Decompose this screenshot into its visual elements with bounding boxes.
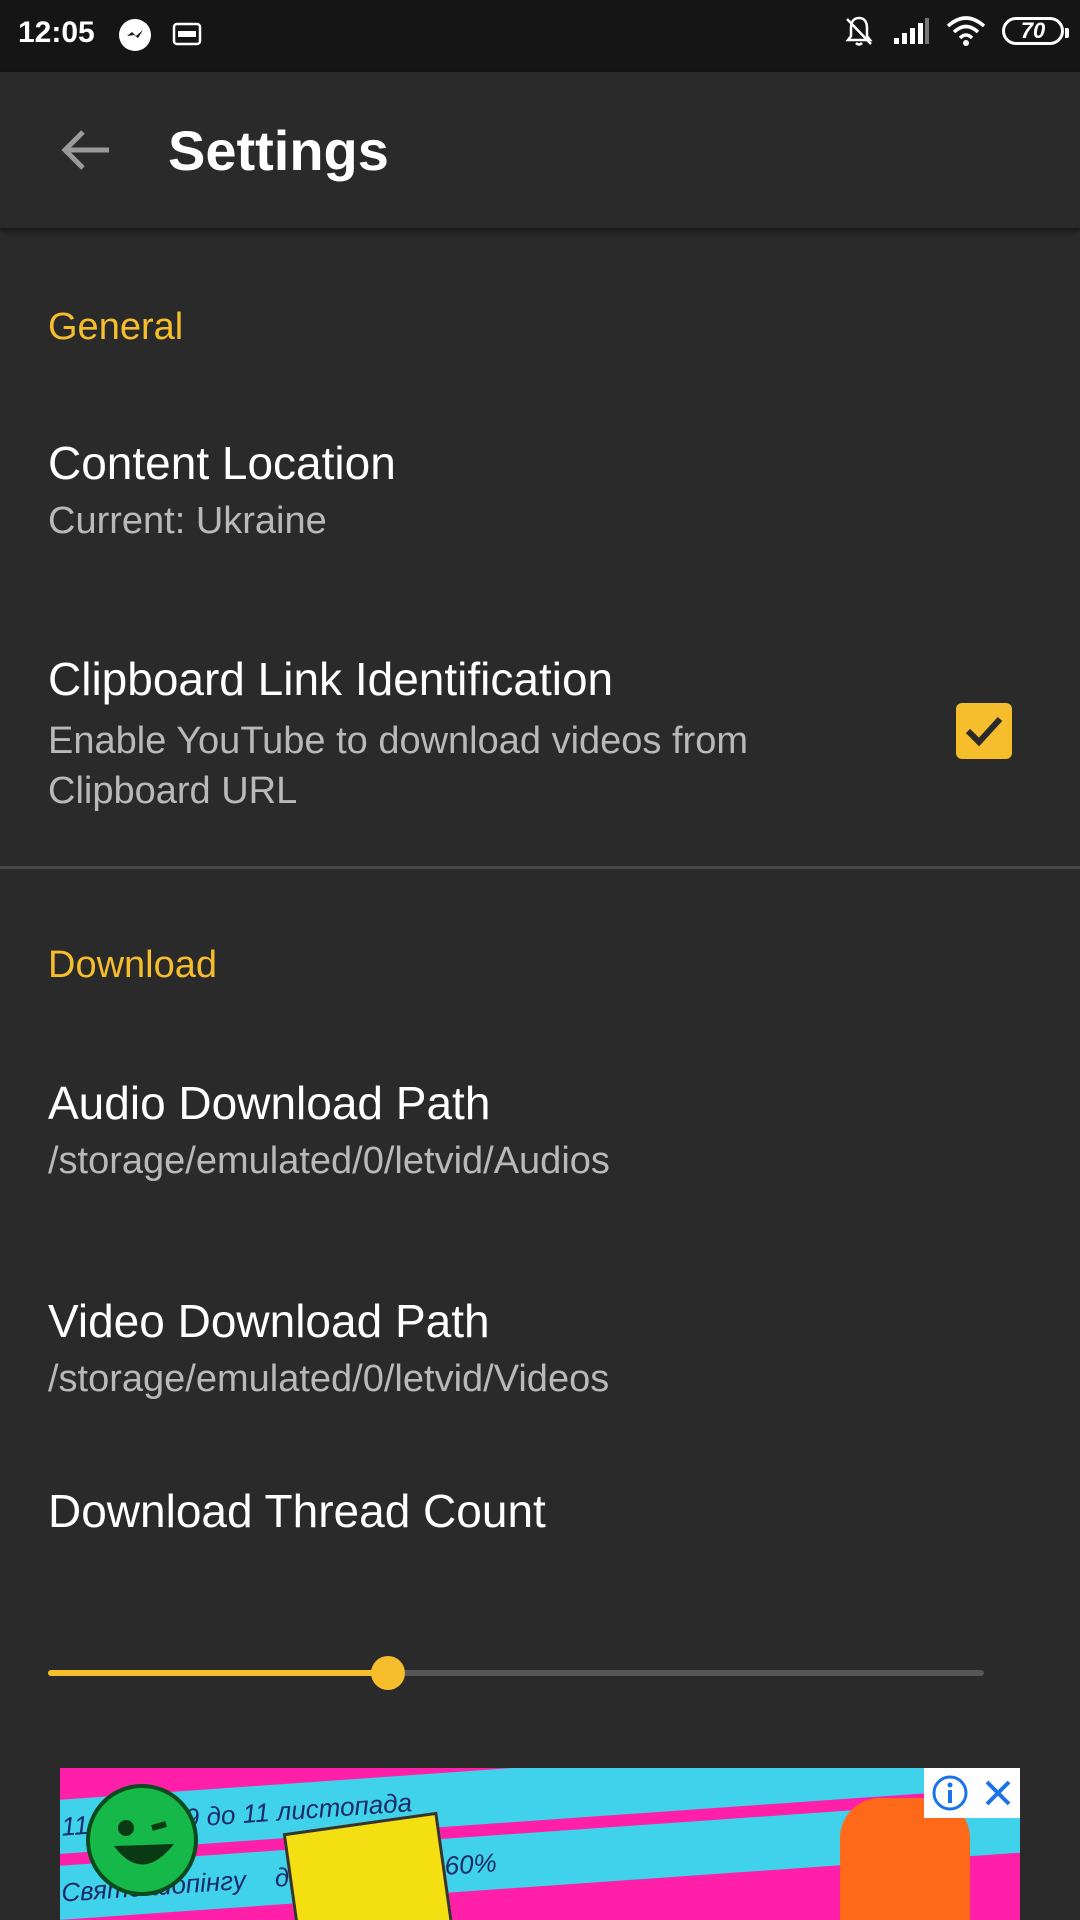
bell-off-icon (845, 16, 873, 46)
ad-controls (924, 1768, 1020, 1818)
clipboard-summary-line2: Clipboard URL (48, 770, 298, 812)
section-header-general: General (48, 306, 184, 348)
video-path-pref[interactable]: Video Download Path /storage/emulated/0/… (0, 1278, 1080, 1428)
audio-path-title: Audio Download Path (48, 1077, 491, 1129)
content-location-summary: Current: Ukraine (48, 500, 327, 542)
video-path-summary: /storage/emulated/0/letvid/Videos (48, 1358, 610, 1400)
content-location-title: Content Location (48, 437, 396, 489)
battery-level: 70 (1020, 18, 1046, 43)
thread-count-title: Download Thread Count (48, 1485, 546, 1537)
arrow-left-icon (61, 130, 109, 170)
ad-smiley-logo (86, 1784, 198, 1896)
slider-fill (48, 1670, 388, 1676)
thread-count-pref: Download Thread Count (0, 1470, 1080, 1550)
check-icon (965, 716, 1003, 747)
audio-path-summary: /storage/emulated/0/letvid/Audios (48, 1140, 610, 1182)
ftp-icon (172, 22, 202, 46)
status-bar: 12:05 70 (0, 0, 1080, 72)
video-path-title: Video Download Path (48, 1295, 490, 1347)
signal-icon (894, 18, 929, 44)
content-location-pref[interactable]: Content Location Current: Ukraine (0, 420, 1080, 570)
page-title: Settings (168, 119, 389, 182)
info-icon[interactable] (931, 1774, 969, 1812)
section-divider (0, 866, 1080, 869)
clipboard-link-title: Clipboard Link Identification (48, 653, 614, 705)
slider-thumb[interactable] (371, 1656, 405, 1690)
audio-path-pref[interactable]: Audio Download Path /storage/emulated/0/… (0, 1060, 1080, 1210)
thread-count-slider[interactable] (48, 1648, 984, 1698)
clipboard-checkbox[interactable] (956, 703, 1012, 759)
section-header-download: Download (48, 944, 217, 986)
close-icon[interactable] (982, 1777, 1014, 1809)
clipboard-summary-line1: Enable YouTube to download videos from (48, 720, 748, 762)
status-time: 12:05 (18, 16, 95, 49)
wifi-icon (946, 16, 986, 46)
app-bar: Settings (0, 72, 1080, 228)
clipboard-link-summary: Enable YouTube to download videos from C… (48, 716, 748, 816)
clipboard-link-pref[interactable]: Clipboard Link Identification Enable You… (0, 640, 1080, 840)
ad-banner[interactable]: 11.11 з 9 до 11 листопада Свято шопінгу … (60, 1768, 1020, 1920)
battery-indicator: 70 (1002, 17, 1069, 45)
back-button[interactable] (50, 122, 120, 178)
messenger-icon (119, 19, 151, 51)
